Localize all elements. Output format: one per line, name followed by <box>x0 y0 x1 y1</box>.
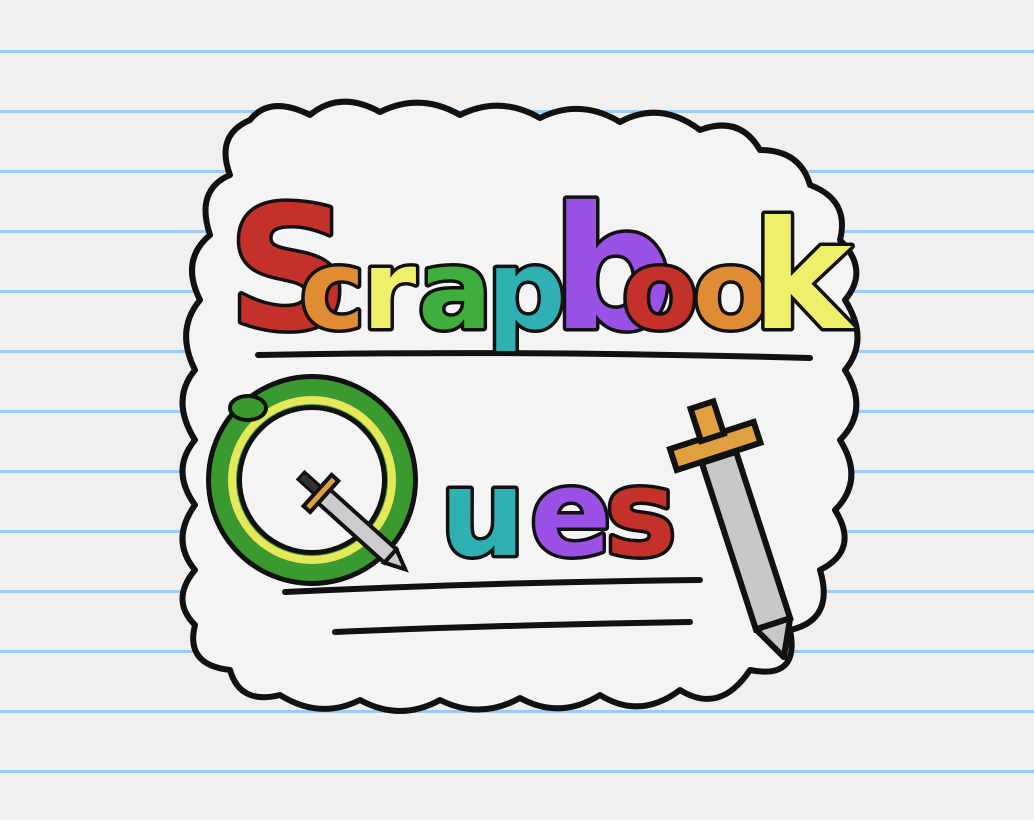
title-letter: s <box>605 445 676 584</box>
title-letter: e <box>530 445 611 584</box>
title-letter: o <box>622 226 698 354</box>
title-letter: r <box>362 226 416 354</box>
title-letter: a <box>418 226 492 354</box>
title-line-2: u es <box>437 442 680 588</box>
title-letter: c <box>300 226 365 354</box>
title-logo: Scr apbook u es <box>179 98 861 714</box>
title-letter: u <box>440 445 525 584</box>
snake-head-icon <box>228 394 268 422</box>
title-letter: k <box>752 190 855 364</box>
